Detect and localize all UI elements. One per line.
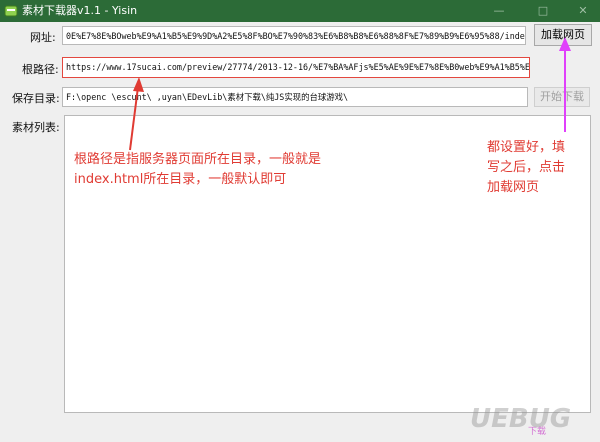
load-page-note: 都设置好，填 写之后，点击 加载网页: [487, 138, 565, 198]
watermark-logo: UEBUG: [470, 404, 572, 434]
app-icon: [4, 5, 18, 17]
load-page-note-line: 写之后，点击: [487, 160, 566, 175]
load-page-note-line: 都设置好，填: [487, 140, 566, 155]
window-title: 素材下载器v1.1 - Yisin: [22, 4, 138, 17]
load-page-button[interactable]: 加载网页: [534, 24, 592, 46]
maximize-icon[interactable]: □: [526, 0, 560, 22]
start-download-button[interactable]: 开始下载: [534, 87, 590, 107]
root-path-label: 根路径:: [22, 63, 59, 76]
url-input[interactable]: 0E%E7%8E%BOweb%E9%A1%B5%E9%9D%A2%E5%8F%B…: [62, 26, 526, 45]
load-page-note-line: 加载网页: [487, 180, 540, 195]
watermark-small: 下载: [528, 427, 547, 437]
root-path-note: 根路径是指服务器页面所在目录，一般就是 index.html所在目录，一般默认即…: [74, 150, 321, 190]
root-path-input[interactable]: https://www.17sucai.com/preview/27774/20…: [62, 57, 530, 78]
url-label: 网址:: [30, 31, 56, 44]
root-path-note-line: index.html所在目录，一般默认即可: [74, 172, 287, 187]
save-dir-input[interactable]: F:\openc \escunt\ ,uyan\EDevLib\素材下载\纯JS…: [62, 87, 528, 107]
minimize-icon[interactable]: —: [482, 0, 516, 22]
title-bar: 素材下载器v1.1 - Yisin — □ ✕: [0, 0, 600, 22]
close-icon[interactable]: ✕: [566, 0, 600, 22]
root-path-note-line: 根路径是指服务器页面所在目录，一般就是: [74, 152, 322, 167]
save-dir-label: 保存目录:: [12, 92, 60, 105]
asset-list-label: 素材列表:: [12, 121, 60, 134]
